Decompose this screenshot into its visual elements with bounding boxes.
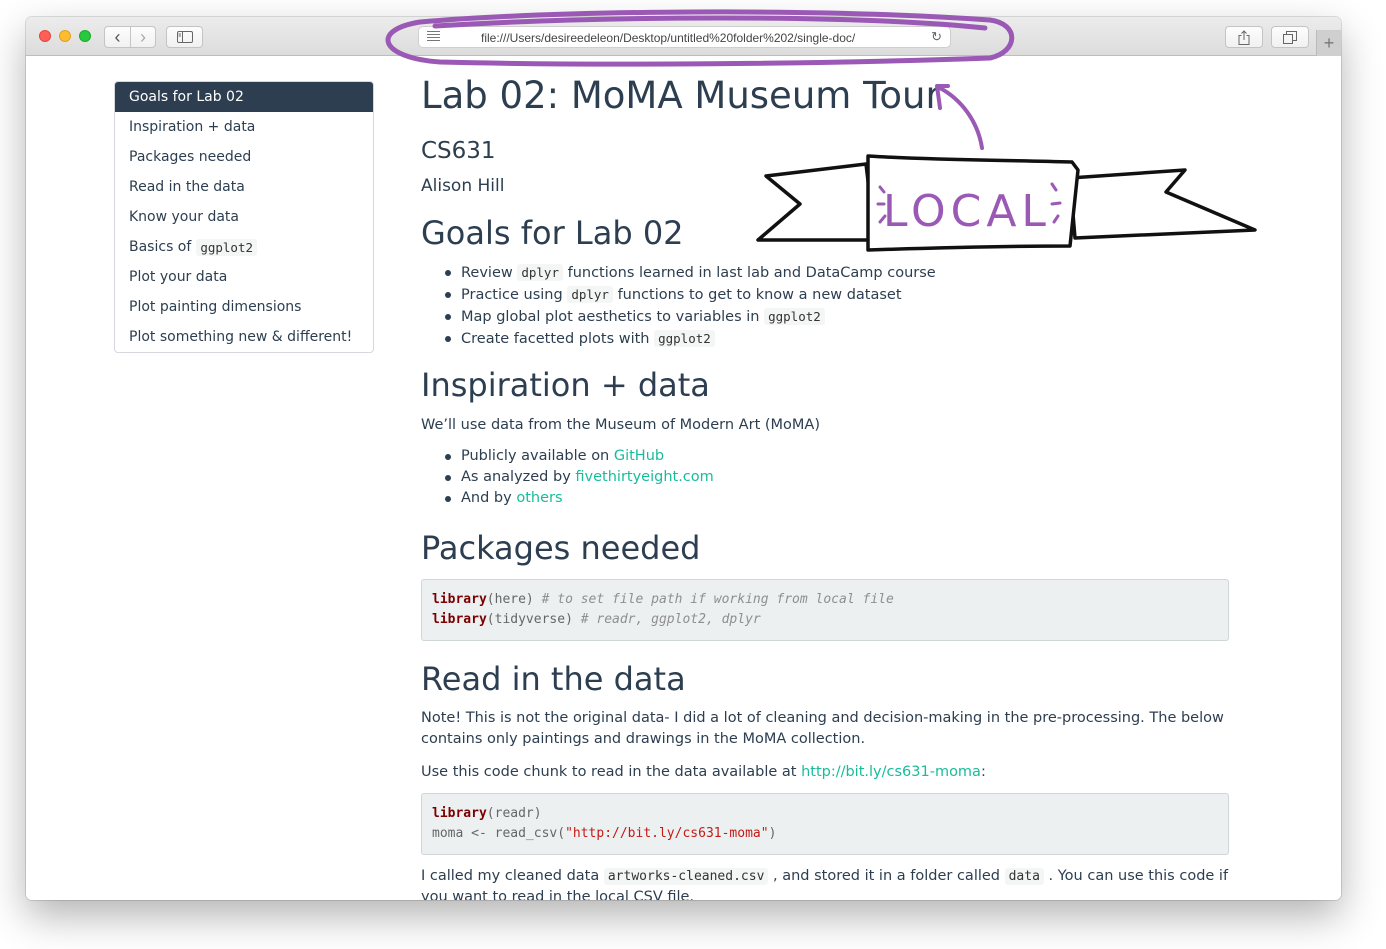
toc-item-basics-ggplot2[interactable]: Basics of ggplot2 <box>115 232 373 262</box>
toc-item-read-data[interactable]: Read in the data <box>115 172 373 202</box>
heading-packages: Packages needed <box>421 529 701 567</box>
page-title: Lab 02: MoMA Museum Tour <box>421 74 941 117</box>
others-link[interactable]: others <box>516 490 562 506</box>
list-item: Publicly available on GitHub <box>443 446 714 467</box>
close-window-button[interactable] <box>39 30 51 42</box>
heading-inspiration: Inspiration + data <box>421 366 710 404</box>
toc-item-plot-data[interactable]: Plot your data <box>115 262 373 292</box>
heading-goals: Goals for Lab 02 <box>421 214 684 252</box>
local-file-text: I called my cleaned data artworks-cleane… <box>421 868 1229 900</box>
read-instructions: Use this code chunk to read in the data … <box>421 764 986 780</box>
new-tab-button[interactable]: + <box>1316 30 1341 56</box>
share-icon <box>1238 29 1250 45</box>
tabs-icon <box>1283 30 1297 44</box>
toc-item-packages[interactable]: Packages needed <box>115 142 373 172</box>
list-item: As analyzed by fivethirtyeight.com <box>443 467 714 488</box>
toc-item-plot-dimensions[interactable]: Plot painting dimensions <box>115 292 373 322</box>
address-bar[interactable]: file:///Users/desireedeleon/Desktop/unti… <box>418 26 951 48</box>
list-item: Practice using dplyr functions to get to… <box>443 284 936 306</box>
toc-item-inspiration[interactable]: Inspiration + data <box>115 112 373 142</box>
toc-item-know-data[interactable]: Know your data <box>115 202 373 232</box>
goals-list: Review dplyr functions learned in last l… <box>443 262 936 350</box>
minimize-window-button[interactable] <box>59 30 71 42</box>
github-link[interactable]: GitHub <box>614 448 664 464</box>
list-item: Review dplyr functions learned in last l… <box>443 262 936 284</box>
fivethirtyeight-link[interactable]: fivethirtyeight.com <box>575 469 713 485</box>
sidebar-toggle-button[interactable] <box>166 26 203 48</box>
toc-item-plot-something-new[interactable]: Plot something new & different! <box>115 322 373 352</box>
subtitle: CS631 <box>421 138 496 164</box>
list-item: Map global plot aesthetics to variables … <box>443 306 936 328</box>
toc-item-goals[interactable]: Goals for Lab 02 <box>115 82 373 112</box>
navigation-buttons: ‹ › <box>104 26 156 48</box>
forward-button[interactable]: › <box>129 27 155 47</box>
read-code-block[interactable]: library(readr) moma <- read_csv("http://… <box>421 793 1229 855</box>
browser-window: ‹ › file:///Users/desireedeleon/Desktop/… <box>26 17 1341 900</box>
show-tabs-button[interactable] <box>1271 26 1309 48</box>
read-note: Note! This is not the original data- I d… <box>421 710 1224 747</box>
sidebar-icon <box>176 31 193 43</box>
chevron-left-icon: ‹ <box>114 27 121 47</box>
plus-icon: + <box>1323 32 1335 53</box>
back-button[interactable]: ‹ <box>105 27 130 47</box>
list-item: Create facetted plots with ggplot2 <box>443 328 936 350</box>
table-of-contents: Goals for Lab 02 Inspiration + data Pack… <box>114 81 374 353</box>
bitly-link[interactable]: http://bit.ly/cs631-moma <box>801 764 981 780</box>
share-button[interactable] <box>1225 26 1263 48</box>
reload-icon[interactable]: ↻ <box>931 29 942 45</box>
packages-code-block[interactable]: library(here) # to set file path if work… <box>421 579 1229 641</box>
url-text: file:///Users/desireedeleon/Desktop/unti… <box>481 31 856 45</box>
inspiration-list: Publicly available on GitHub As analyzed… <box>443 446 714 509</box>
author: Alison Hill <box>421 176 505 196</box>
browser-toolbar: ‹ › file:///Users/desireedeleon/Desktop/… <box>26 17 1341 56</box>
list-item: And by others <box>443 488 714 509</box>
inspiration-intro: We’ll use data from the Museum of Modern… <box>421 417 820 433</box>
heading-read-data: Read in the data <box>421 660 686 698</box>
chevron-right-icon: › <box>139 27 146 47</box>
page-content: Goals for Lab 02 Inspiration + data Pack… <box>26 56 1341 900</box>
reader-view-icon[interactable] <box>427 31 440 43</box>
zoom-window-button[interactable] <box>79 30 91 42</box>
